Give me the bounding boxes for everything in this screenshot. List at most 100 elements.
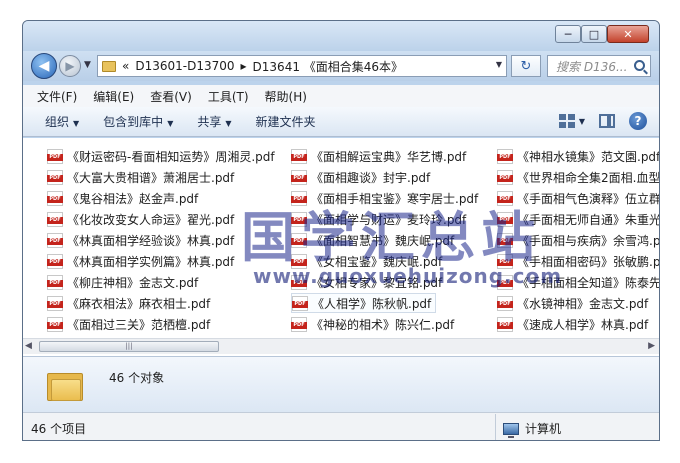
details-pane: 46 个对象 [23, 356, 659, 412]
pdf-file-icon [47, 211, 63, 227]
breadcrumb-chevron[interactable]: « [122, 59, 129, 73]
file-name: 《鬼谷相法》赵金声.pdf [67, 191, 199, 206]
refresh-button[interactable]: ↻ [511, 55, 541, 77]
help-icon[interactable]: ? [629, 112, 647, 130]
file-item[interactable]: 《大富大贵相谱》萧湘居士.pdf [47, 167, 234, 187]
search-input[interactable]: 搜索 D136... [547, 55, 651, 77]
minimize-button[interactable]: ─ [555, 25, 581, 43]
file-name: 《财运密码-看面相知运势》周湘灵.pdf [67, 149, 275, 164]
breadcrumb-parent[interactable]: D13601-D13700 [135, 59, 234, 73]
watermark-url: www.guoxuehuizong.com [253, 264, 563, 288]
pdf-file-icon [497, 316, 513, 332]
status-bar: 46 个项目 计算机 [23, 412, 659, 440]
file-name: 《林真面相学经验谈》林真.pdf [67, 233, 235, 248]
chevron-down-icon: ▼ [225, 119, 232, 128]
file-item[interactable]: 《柳庄神相》金志文.pdf [47, 272, 198, 292]
file-item[interactable]: 《鬼谷相法》赵金声.pdf [47, 188, 198, 208]
pdf-file-icon [47, 148, 63, 164]
status-location: 计算机 [495, 414, 562, 440]
scroll-thumb[interactable]: ||| [39, 341, 219, 352]
file-list-area: 《财运密码-看面相知运势》周湘灵.pdf 《大富大贵相谱》萧湘居士.pdf 《鬼谷相… [23, 138, 659, 356]
file-item[interactable]: 《水镜神相》金志文.pdf [497, 293, 648, 313]
file-name: 《神相水镜集》范文園.pdf [517, 149, 659, 164]
menu-help[interactable]: 帮助(H) [259, 86, 313, 107]
file-name: 《麻衣相法》麻衣相士.pdf [67, 296, 211, 311]
file-item[interactable]: 《化妆改变女人命运》翟光.pdf [47, 209, 234, 229]
file-name: 《面相趣谈》封宇.pdf [311, 170, 431, 185]
menu-file[interactable]: 文件(F) [31, 86, 83, 107]
address-dropdown-icon[interactable]: ▼ [496, 60, 502, 69]
file-item[interactable]: 《财运密码-看面相知运势》周湘灵.pdf [47, 146, 275, 166]
menu-tools[interactable]: 工具(T) [202, 86, 255, 107]
watermark-title: 国学汇总站 [241, 206, 541, 269]
chevron-down-icon[interactable]: ▼ [579, 117, 585, 126]
menu-edit[interactable]: 编辑(E) [87, 86, 140, 107]
file-item[interactable]: 《面相解运宝典》华艺博.pdf [291, 146, 466, 166]
pdf-file-icon [47, 295, 63, 311]
close-button[interactable]: ✕ [607, 25, 649, 43]
pdf-file-icon [497, 295, 513, 311]
pdf-file-icon [497, 148, 513, 164]
pdf-file-icon [47, 274, 63, 290]
file-item[interactable]: 《面相过三关》范栖檀.pdf [47, 314, 210, 334]
scroll-right-icon[interactable]: ▶ [648, 341, 655, 351]
folder-icon [47, 369, 83, 401]
breadcrumb-current[interactable]: D13641 《面相合集46本》 [253, 58, 404, 75]
explorer-window: ─ □ ✕ ◀ ▶ ▼ « D13601-D13700 ▸ D13641 《面相… [22, 20, 660, 441]
file-item[interactable]: 《林真面相学经验谈》林真.pdf [47, 230, 234, 250]
maximize-button[interactable]: □ [581, 25, 607, 43]
item-count: 46 个项目 [31, 422, 87, 436]
file-item[interactable]: 《林真面相学实例篇》林真.pdf [47, 251, 234, 271]
pdf-file-icon [47, 190, 63, 206]
file-name: 《化妆改变女人命运》翟光.pdf [67, 212, 235, 227]
object-count: 46 个对象 [109, 371, 165, 385]
organize-button[interactable]: 组织 ▼ [35, 110, 89, 133]
forward-button[interactable]: ▶ [59, 55, 81, 77]
include-in-library-button[interactable]: 包含到库中 ▼ [93, 110, 183, 133]
search-placeholder: 搜索 D136... [556, 59, 628, 74]
computer-icon [503, 422, 519, 438]
file-name: 《人相学》陈秋帆.pdf [312, 296, 432, 311]
scroll-left-icon[interactable]: ◀ [25, 341, 32, 351]
title-bar: ─ □ ✕ [23, 21, 659, 51]
pdf-file-icon [292, 295, 308, 311]
breadcrumb-separator-icon[interactable]: ▸ [241, 59, 247, 73]
file-item[interactable]: 《人相学》陈秋帆.pdf [291, 293, 437, 313]
back-button[interactable]: ◀ [31, 53, 57, 79]
share-button[interactable]: 共享 ▼ [187, 110, 241, 133]
chevron-down-icon: ▼ [73, 119, 80, 128]
folder-icon [102, 60, 116, 72]
file-name: 《柳庄神相》金志文.pdf [67, 275, 199, 290]
file-item[interactable]: 《面相趣谈》封宇.pdf [291, 167, 430, 187]
address-bar[interactable]: « D13601-D13700 ▸ D13641 《面相合集46本》 ▼ [97, 55, 507, 77]
pdf-file-icon [291, 169, 307, 185]
file-item[interactable]: 《神相水镜集》范文園.pdf [497, 146, 659, 166]
file-item[interactable]: 《神秘的相术》陈兴仁.pdf [291, 314, 454, 334]
file-name: 《水镜神相》金志文.pdf [517, 296, 649, 311]
view-options-icon[interactable] [558, 114, 575, 128]
preview-pane-icon[interactable] [599, 114, 615, 128]
menu-view[interactable]: 查看(V) [144, 86, 198, 107]
command-toolbar: 组织 ▼ 包含到库中 ▼ 共享 ▼ 新建文件夹 ▼ ? [23, 107, 659, 137]
pdf-file-icon [291, 148, 307, 164]
horizontal-scrollbar[interactable]: ◀ ||| ▶ [23, 338, 659, 354]
new-folder-button[interactable]: 新建文件夹 [246, 110, 326, 133]
file-name: 《面相过三关》范栖檀.pdf [67, 317, 211, 332]
search-icon[interactable] [634, 60, 645, 71]
file-name: 《神秘的相术》陈兴仁.pdf [311, 317, 455, 332]
pdf-file-icon [291, 316, 307, 332]
pdf-file-icon [47, 169, 63, 185]
file-item[interactable]: 《世界相命全集2面相.血型》 [497, 167, 659, 187]
pdf-file-icon [47, 316, 63, 332]
file-name: 《世界相命全集2面相.血型》 [517, 170, 659, 185]
file-item[interactable]: 《麻衣相法》麻衣相士.pdf [47, 293, 210, 313]
file-name: 《速成人相学》林真.pdf [517, 317, 649, 332]
file-item[interactable]: 《速成人相学》林真.pdf [497, 314, 648, 334]
recent-pages-icon[interactable]: ▼ [84, 60, 91, 70]
menu-bar: 文件(F) 编辑(E) 查看(V) 工具(T) 帮助(H) [23, 85, 659, 107]
file-name: 《林真面相学实例篇》林真.pdf [67, 254, 235, 269]
location-label: 计算机 [525, 422, 562, 436]
chevron-down-icon: ▼ [167, 119, 174, 128]
file-name: 《面相解运宝典》华艺博.pdf [311, 149, 467, 164]
pdf-file-icon [47, 253, 63, 269]
